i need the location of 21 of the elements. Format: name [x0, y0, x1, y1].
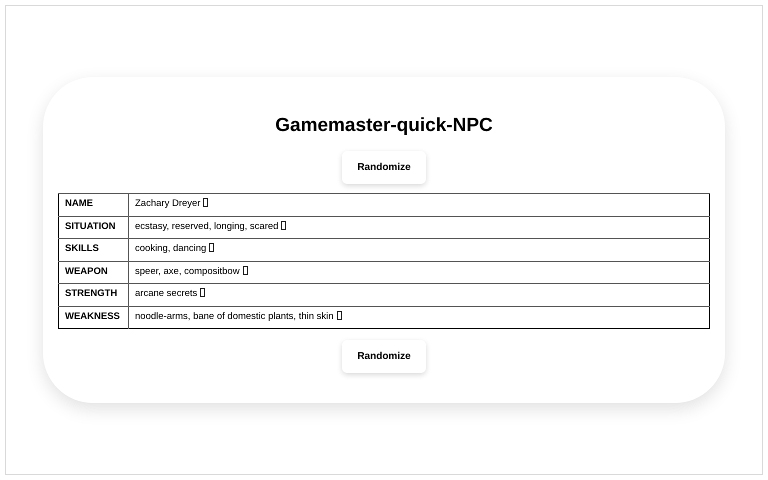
randomize-button[interactable]: Randomize [342, 340, 426, 373]
page-title: Gamemaster-quick-NPC [275, 115, 493, 137]
randomize-button[interactable]: Randomize [342, 151, 426, 184]
row-value: cooking, dancing [135, 243, 206, 254]
row-value: Zachary Dreyer [135, 198, 200, 209]
missing-glyph-icon [200, 288, 206, 297]
row-value: noodle-arms, bane of domestic plants, thin skin [135, 310, 334, 322]
row-value: ecstasy, reserved, longing, scared [135, 220, 278, 232]
missing-glyph-icon [336, 310, 342, 320]
missing-glyph-icon [203, 198, 208, 207]
row-label: SITUATION [65, 220, 116, 232]
row-label: WEAKNESS [65, 310, 120, 322]
missing-glyph-icon [281, 220, 286, 230]
missing-glyph-icon [209, 243, 214, 252]
row-value: speer, axe, compositbow [135, 266, 240, 276]
row-label: STRENGTH [65, 288, 118, 299]
row-label: WEAPON [65, 266, 108, 276]
row-label: NAME [65, 198, 93, 209]
row-label: SKILLS [65, 243, 99, 254]
row-value: arcane secrets [135, 288, 198, 299]
missing-glyph-icon [242, 266, 248, 274]
